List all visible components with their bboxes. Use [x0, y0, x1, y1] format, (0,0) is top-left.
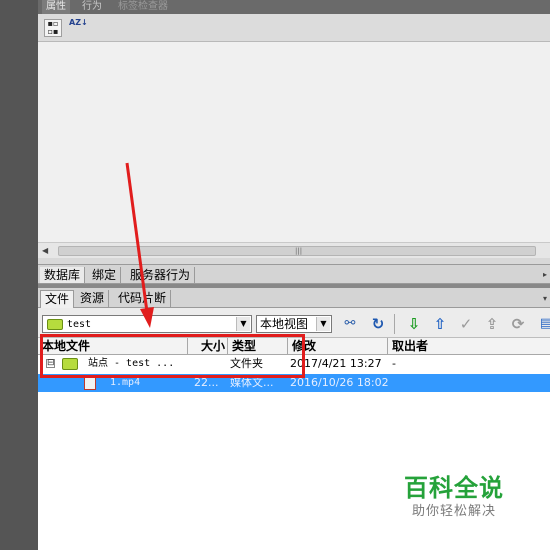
watermark-title: 百科全说 [404, 474, 504, 502]
watermark-subtitle: 助你轻松解决 [412, 504, 497, 519]
